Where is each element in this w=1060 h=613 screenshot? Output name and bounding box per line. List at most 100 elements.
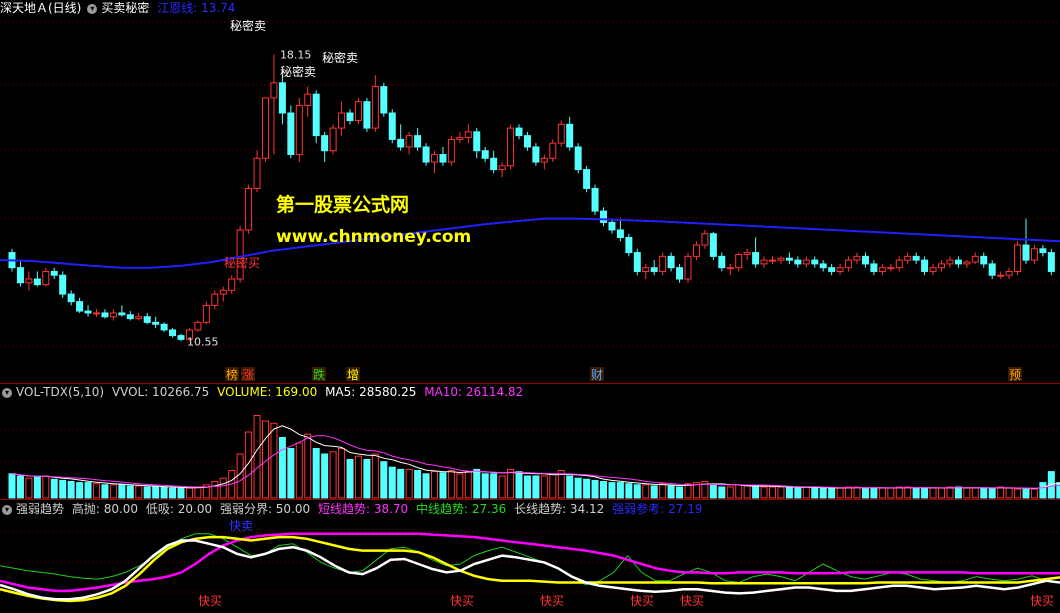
event-marker: 榜 <box>226 367 238 382</box>
buy-signal: 秘密买 <box>224 255 260 270</box>
candle-body <box>371 86 379 129</box>
candle-body <box>439 154 447 163</box>
candle-body <box>236 229 244 280</box>
volume-bar <box>329 451 337 499</box>
volume-bar <box>591 479 599 499</box>
candle-body <box>735 253 743 269</box>
volume-bar <box>938 487 945 499</box>
candle-body <box>650 267 658 272</box>
candle-body <box>938 263 945 269</box>
candle-body <box>507 127 515 167</box>
candle-body <box>363 101 371 129</box>
candle-body <box>447 138 455 163</box>
volume-bar <box>312 448 320 499</box>
watermark-title: 第一股票公式网 <box>276 194 410 216</box>
sell-signal: 秘密卖 <box>322 50 358 65</box>
candle-body <box>202 304 210 323</box>
candle-body <box>878 267 886 272</box>
volume-bar <box>304 433 312 499</box>
candle-body <box>304 93 312 106</box>
volume-bar <box>287 448 295 499</box>
candle-body <box>84 310 92 314</box>
candle-body <box>853 255 861 261</box>
candle-body <box>456 137 464 140</box>
candle-body <box>135 316 143 320</box>
volume-bar <box>574 477 582 499</box>
candle-body <box>93 312 100 315</box>
volume-bar <box>50 478 58 499</box>
volume-bar <box>76 482 84 499</box>
candle-body <box>338 112 346 129</box>
candle-body <box>414 135 422 148</box>
candle-body <box>25 278 33 284</box>
volume-bar <box>515 471 523 499</box>
candle-body <box>67 293 75 303</box>
volume-bar <box>997 486 1005 499</box>
stock-chart-canvas[interactable]: 18.1510.55秘密卖秘密卖秘密卖秘密买榜涨跌增财预快卖快买 快买 快买 快买 快买… <box>0 0 1060 613</box>
candle-body <box>845 259 853 269</box>
candle-body <box>946 259 954 265</box>
candle-body <box>211 293 219 306</box>
volume-bar <box>980 487 988 499</box>
buy-fast-label: 快买 <box>540 594 564 608</box>
candle-body <box>380 86 388 114</box>
volume-bar <box>963 487 971 499</box>
candle-body <box>954 259 962 265</box>
volume-bar <box>794 487 802 499</box>
volume-bar <box>456 473 464 499</box>
volume-bar <box>169 487 177 499</box>
volume-bar <box>540 475 548 499</box>
volume-bar <box>84 482 92 499</box>
candle-body <box>692 244 700 257</box>
volume-bar <box>760 486 768 499</box>
candle-body <box>76 301 84 312</box>
candle-body <box>980 255 988 265</box>
candle-body <box>532 146 540 163</box>
volume-bar <box>219 477 227 499</box>
candle-body <box>194 321 202 331</box>
volume-bar <box>507 468 515 499</box>
watermark-url: www.chnmoney.com <box>276 227 472 247</box>
event-marker: 增 <box>347 368 359 382</box>
volume-bar <box>16 475 24 499</box>
candle-body <box>287 112 295 155</box>
volume-bar <box>380 461 388 499</box>
volume-bar <box>490 473 498 499</box>
volume-bar <box>549 473 557 499</box>
volume-bar <box>811 487 819 499</box>
volume-bar <box>414 470 422 499</box>
candle-body <box>557 123 565 144</box>
candle-body <box>177 335 185 340</box>
volume-bar <box>253 415 261 499</box>
candle-body <box>388 112 396 140</box>
candle-body <box>794 259 802 265</box>
volume-bar <box>684 483 692 499</box>
candle-body <box>616 229 624 238</box>
volume-bar <box>523 475 531 499</box>
volume-bar <box>160 486 168 499</box>
candle-body <box>625 237 633 254</box>
candle-body <box>836 267 844 272</box>
volume-bar <box>118 484 126 499</box>
volume-bar <box>929 487 937 499</box>
candle-body <box>633 252 641 272</box>
candle-body <box>422 146 430 163</box>
volume-bar <box>718 486 726 499</box>
volume-bar <box>845 486 853 499</box>
candle-body <box>1047 252 1055 272</box>
candle-body <box>245 187 253 231</box>
volume-bar <box>245 431 253 499</box>
candle-body <box>785 257 793 261</box>
volume-bar <box>954 486 962 499</box>
volume-bar <box>67 481 75 499</box>
candle-body <box>802 259 810 265</box>
event-marker: 涨 <box>242 367 254 382</box>
volume-bar <box>828 487 836 499</box>
volume-bar <box>743 485 751 499</box>
candle-body <box>1022 244 1030 261</box>
volume-bar <box>473 468 481 499</box>
candle-body <box>769 259 776 262</box>
volume-bar <box>177 487 185 499</box>
volume-bar <box>904 486 912 499</box>
volume-bar <box>566 475 574 499</box>
